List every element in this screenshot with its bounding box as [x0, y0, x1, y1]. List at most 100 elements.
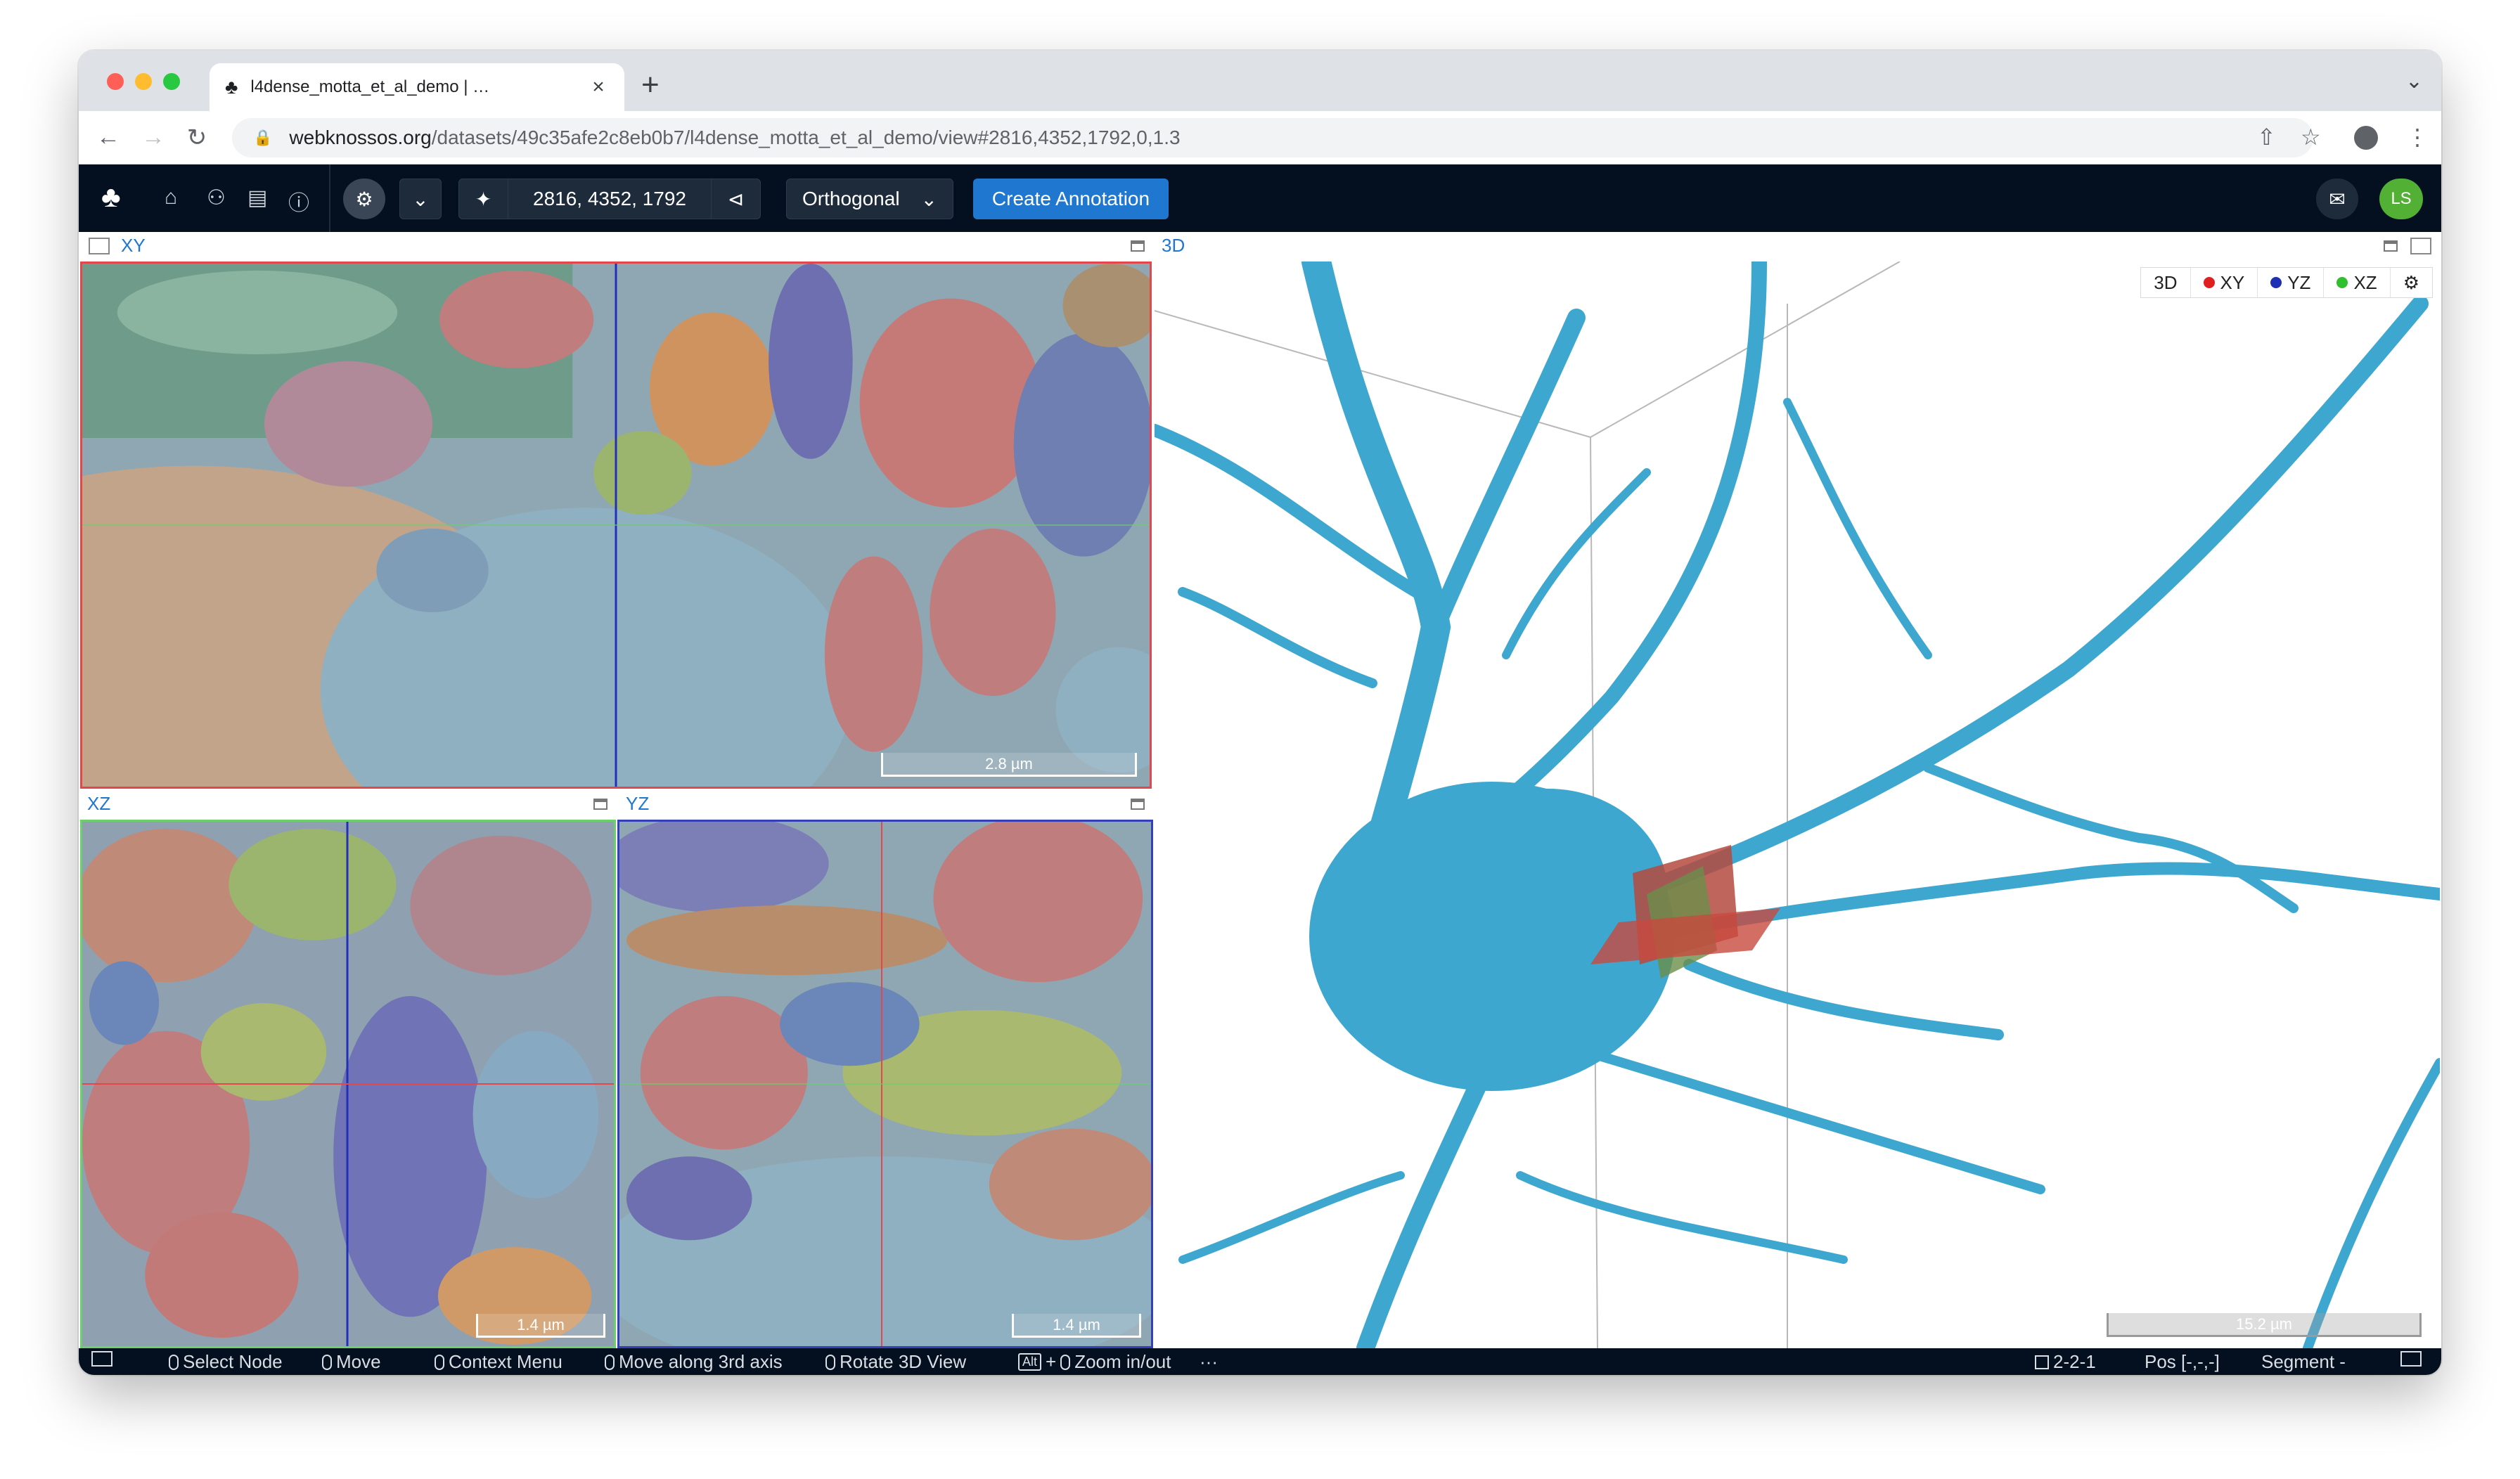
hint-zoom: Alt + Zoom in/out — [1018, 1351, 1171, 1373]
yz-viewport-label: YZ — [626, 793, 650, 814]
xz-em-image — [82, 822, 614, 1346]
hint-move-axis-label: Move along 3rd axis — [619, 1351, 783, 1372]
hint-context-menu-label: Context Menu — [449, 1351, 562, 1372]
browser-tab[interactable]: ♣ l4dense_motta_et_al_demo | … × — [210, 63, 624, 111]
hint-move: Move — [322, 1351, 381, 1373]
browser-window: ♣ l4dense_motta_et_al_demo | … × + ⌄ ← →… — [79, 51, 2441, 1375]
toggle-right-sidebar-icon[interactable] — [2410, 238, 2431, 254]
maximize-window-button[interactable] — [163, 73, 180, 90]
address-bar: ← → ↻ 🔒 webknossos.org/datasets/49c35afe… — [79, 111, 2441, 164]
yz-em-image — [619, 822, 1151, 1346]
xz-dot-icon — [2336, 277, 2348, 288]
toggle-left-sidebar-icon[interactable] — [89, 238, 110, 254]
bookmark-star-icon[interactable]: ☆ — [2301, 124, 2321, 150]
scroll-wheel-icon — [605, 1354, 615, 1370]
forward-arrow-icon[interactable]: → — [139, 124, 167, 151]
right-drag-icon — [825, 1354, 835, 1370]
position-info: Pos [-,-,-] — [2145, 1351, 2220, 1372]
lock-icon: 🔒 — [253, 129, 273, 146]
new-tab-button[interactable]: + — [641, 67, 660, 103]
more-hints-icon[interactable]: ··· — [1200, 1351, 1218, 1373]
yz-scale-bar: 1.4 µm — [1012, 1314, 1141, 1338]
xy-scale-bar: 2.8 µm — [881, 753, 1137, 777]
left-click-icon — [169, 1354, 179, 1370]
url-text: webknossos.org/datasets/49c35afe2c8eb0b7… — [289, 127, 1180, 149]
app-navbar: ♣ ⌂ ⚇ ▤ ⓘ ⚙ ⌄ ✦ 2816, 4352, 1792 ⊲ Ortho… — [79, 164, 2441, 232]
xz-maximize-icon[interactable] — [593, 799, 608, 810]
share-page-icon[interactable]: ⇧ — [2257, 124, 2276, 150]
left-drag-icon — [322, 1354, 332, 1370]
minimize-window-button[interactable] — [135, 73, 152, 90]
3d-viewport-label: 3D — [1162, 235, 1185, 256]
hint-select-node: Select Node — [169, 1351, 283, 1373]
xy-header — [79, 232, 1155, 261]
tab-title: l4dense_motta_et_al_demo | … — [250, 77, 490, 96]
hint-zoom-label: Zoom in/out — [1074, 1351, 1171, 1372]
yz-maximize-icon[interactable] — [1131, 799, 1145, 810]
xy-viewport-label: XY — [121, 235, 146, 256]
3d-viewport[interactable]: 3D XY YZ XZ ⚙ 15.2 µm — [1155, 261, 2440, 1348]
xz-viewport-label: XZ — [87, 793, 111, 814]
toggle-panel-icon[interactable] — [91, 1351, 112, 1367]
position-input[interactable]: 2816, 4352, 1792 — [508, 188, 711, 210]
legend-xz-label: XZ — [2353, 271, 2377, 293]
dataset-dropdown-chevron[interactable]: ⌄ — [399, 179, 442, 219]
webknossos-logo-icon[interactable]: ♣ — [101, 180, 121, 214]
user-avatar[interactable]: LS — [2379, 179, 2423, 219]
browser-menu-icon[interactable]: ⋮ — [2406, 124, 2429, 150]
xy-dot-icon — [2203, 277, 2215, 288]
legend-3d-button[interactable]: 3D — [2141, 268, 2191, 297]
navbar-divider — [329, 164, 330, 232]
neuron-mesh — [1155, 261, 2440, 1348]
home-icon[interactable]: ⌂ — [165, 186, 177, 209]
xy-maximize-icon[interactable] — [1131, 240, 1145, 252]
yz-viewport[interactable]: 1.4 µm — [617, 820, 1153, 1348]
browser-tabstrip: ♣ l4dense_motta_et_al_demo | … × + ⌄ — [79, 51, 2441, 111]
3d-scale-bar: 15.2 µm — [2107, 1313, 2422, 1337]
back-arrow-icon[interactable]: ← — [94, 124, 122, 151]
profile-icon[interactable] — [2354, 126, 2378, 150]
legend-3d-label: 3D — [2154, 271, 2178, 293]
url-path: /datasets/49c35afe2c8eb0b7/l4dense_motta… — [431, 127, 1181, 148]
pin-position-icon[interactable]: ✦ — [459, 179, 508, 219]
status-bar: Select Node Move Context Menu Move along… — [79, 1348, 2441, 1375]
hint-rotate: Rotate 3D View — [825, 1351, 966, 1373]
xy-em-image — [82, 264, 1150, 787]
magnification-label: 2-2-1 — [2053, 1351, 2096, 1372]
hint-rotate-label: Rotate 3D View — [840, 1351, 967, 1372]
chevron-down-icon: ⌄ — [920, 188, 937, 210]
share-link-icon[interactable]: ⊲ — [711, 179, 760, 219]
settings-gear-icon[interactable]: ⚙ — [343, 179, 385, 219]
xy-viewport[interactable]: 2.8 µm — [80, 261, 1152, 789]
alt-key-icon: Alt — [1018, 1353, 1042, 1371]
plus-sign: + — [1046, 1351, 1057, 1372]
legend-yz-button[interactable]: YZ — [2258, 268, 2325, 297]
view-mode-label: Orthogonal — [802, 188, 900, 209]
legend-yz-label: YZ — [2287, 271, 2311, 293]
tab-close-icon[interactable]: × — [588, 75, 609, 99]
reload-icon[interactable]: ↻ — [183, 124, 211, 152]
yz-dot-icon — [2270, 277, 2282, 288]
magnification-icon — [2035, 1355, 2049, 1369]
3d-settings-gear-icon[interactable]: ⚙ — [2391, 268, 2432, 297]
view-mode-select[interactable]: Orthogonal ⌄ — [786, 179, 953, 219]
statistics-icon[interactable]: ▤ — [248, 186, 267, 210]
tab-search-chevron-icon[interactable]: ⌄ — [2405, 69, 2423, 93]
close-window-button[interactable] — [107, 73, 124, 90]
xz-scale-bar: 1.4 µm — [476, 1314, 605, 1338]
magnification-info: 2-2-1 — [2035, 1351, 2096, 1373]
legend-xy-label: XY — [2220, 271, 2245, 293]
legend-xy-button[interactable]: XY — [2191, 268, 2258, 297]
legend-xz-button[interactable]: XZ — [2324, 268, 2391, 297]
users-icon[interactable]: ⚇ — [207, 186, 226, 210]
help-icon[interactable]: ⓘ — [288, 186, 309, 217]
url-field[interactable]: 🔒 webknossos.org/datasets/49c35afe2c8eb0… — [232, 118, 2313, 157]
create-annotation-button[interactable]: Create Annotation — [973, 179, 1169, 219]
collapse-status-icon[interactable] — [2400, 1351, 2422, 1367]
3d-maximize-icon[interactable] — [2384, 240, 2398, 252]
position-bar: ✦ 2816, 4352, 1792 ⊲ — [458, 179, 761, 219]
zoom-wheel-icon — [1060, 1354, 1071, 1370]
xz-viewport[interactable]: 1.4 µm — [80, 820, 616, 1348]
hint-select-node-label: Select Node — [183, 1351, 283, 1372]
notifications-bell-icon[interactable]: ✉ — [2316, 179, 2358, 219]
